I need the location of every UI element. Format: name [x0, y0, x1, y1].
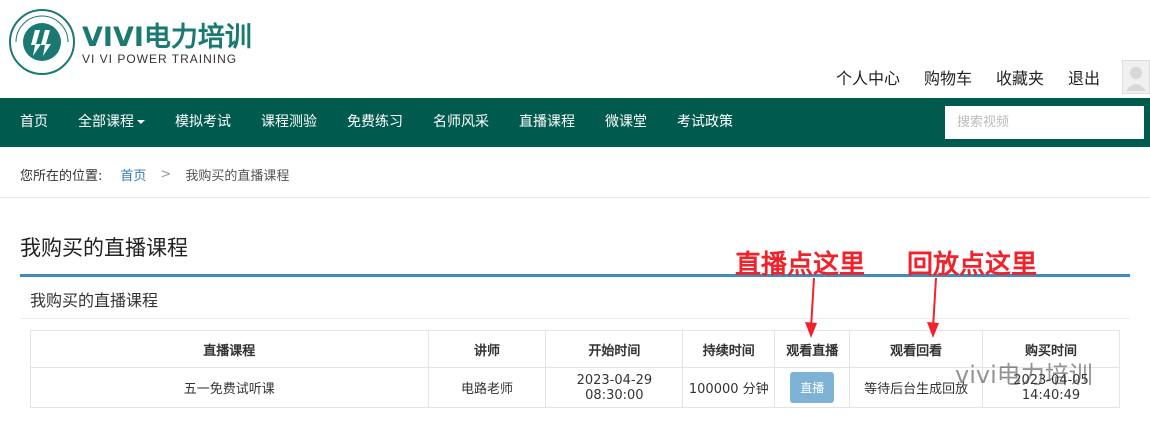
nav-item-all-courses[interactable]: 全部课程	[63, 98, 160, 147]
nav-item-free-practice[interactable]: 免费练习	[332, 98, 418, 147]
cell-course-name: 五一免费试听课	[30, 367, 429, 408]
search-input[interactable]	[945, 106, 1144, 139]
panel-title: 我购买的直播课程	[30, 291, 159, 310]
favorites-link[interactable]: 收藏夹	[996, 65, 1044, 89]
nav-item-label: 全部课程	[78, 114, 134, 130]
nav-item-micro-class[interactable]: 微课堂	[590, 98, 662, 147]
panel-divider	[20, 318, 1130, 319]
column-header-start-time: 开始时间	[545, 330, 684, 368]
caret-down-icon	[137, 120, 145, 124]
cell-start-time: 2023-04-29 08:30:00	[545, 367, 684, 408]
logo-emblem-icon[interactable]	[8, 8, 76, 76]
divider	[0, 197, 1150, 198]
column-header-course: 直播课程	[30, 330, 429, 368]
cell-watch-live: 直播	[774, 367, 851, 408]
nav-item-mock-exam[interactable]: 模拟考试	[160, 98, 246, 147]
avatar[interactable]	[1122, 60, 1150, 94]
main-navbar: 首页 全部课程 模拟考试 课程测验 免费练习 名师风采 直播课程 微课堂 考试政…	[0, 98, 1150, 147]
page-title: 我购买的直播课程	[20, 236, 188, 260]
nav-item-teachers[interactable]: 名师风采	[418, 98, 504, 147]
arrow-down-icon	[927, 277, 939, 338]
cell-teacher: 电路老师	[427, 367, 547, 408]
user-nav: 个人中心 购物车 收藏夹 退出	[812, 65, 1100, 89]
breadcrumb: 您所在的位置: 首页 > 我购买的直播课程	[20, 165, 289, 184]
nav-item-live-courses[interactable]: 直播课程	[504, 98, 590, 147]
cart-link[interactable]: 购物车	[924, 65, 972, 89]
column-header-teacher: 讲师	[427, 330, 547, 368]
cell-duration: 100000 分钟	[682, 367, 776, 408]
breadcrumb-label: 您所在的位置:	[20, 169, 103, 184]
watch-live-button[interactable]: 直播	[790, 372, 835, 403]
logo-subtitle: VI VI POWER TRAINING	[82, 52, 238, 66]
logout-link[interactable]: 退出	[1068, 65, 1100, 89]
breadcrumb-current: 我购买的直播课程	[185, 169, 290, 184]
nav-item-course-quiz[interactable]: 课程测验	[246, 98, 332, 147]
logo-wordmark[interactable]: VIVI电力培训 VI VI POWER TRAINING	[82, 22, 252, 67]
site-header: VIVI电力培训 VI VI POWER TRAINING 个人中心 购物车 收…	[0, 0, 1150, 98]
nav-item-exam-policy[interactable]: 考试政策	[662, 98, 748, 147]
logo-title: VIVI电力培训	[82, 22, 252, 53]
breadcrumb-separator: >	[160, 167, 172, 182]
watermark: vivi电力培训	[955, 361, 1093, 389]
nav-menu: 首页 全部课程 模拟考试 课程测验 免费练习 名师风采 直播课程 微课堂 考试政…	[5, 98, 748, 147]
column-header-duration: 持续时间	[682, 330, 776, 368]
nav-item-home[interactable]: 首页	[5, 98, 63, 147]
arrow-down-icon	[805, 277, 817, 338]
user-center-link[interactable]: 个人中心	[836, 65, 900, 89]
breadcrumb-home-link[interactable]: 首页	[120, 165, 146, 184]
user-avatar-icon	[1126, 67, 1146, 91]
